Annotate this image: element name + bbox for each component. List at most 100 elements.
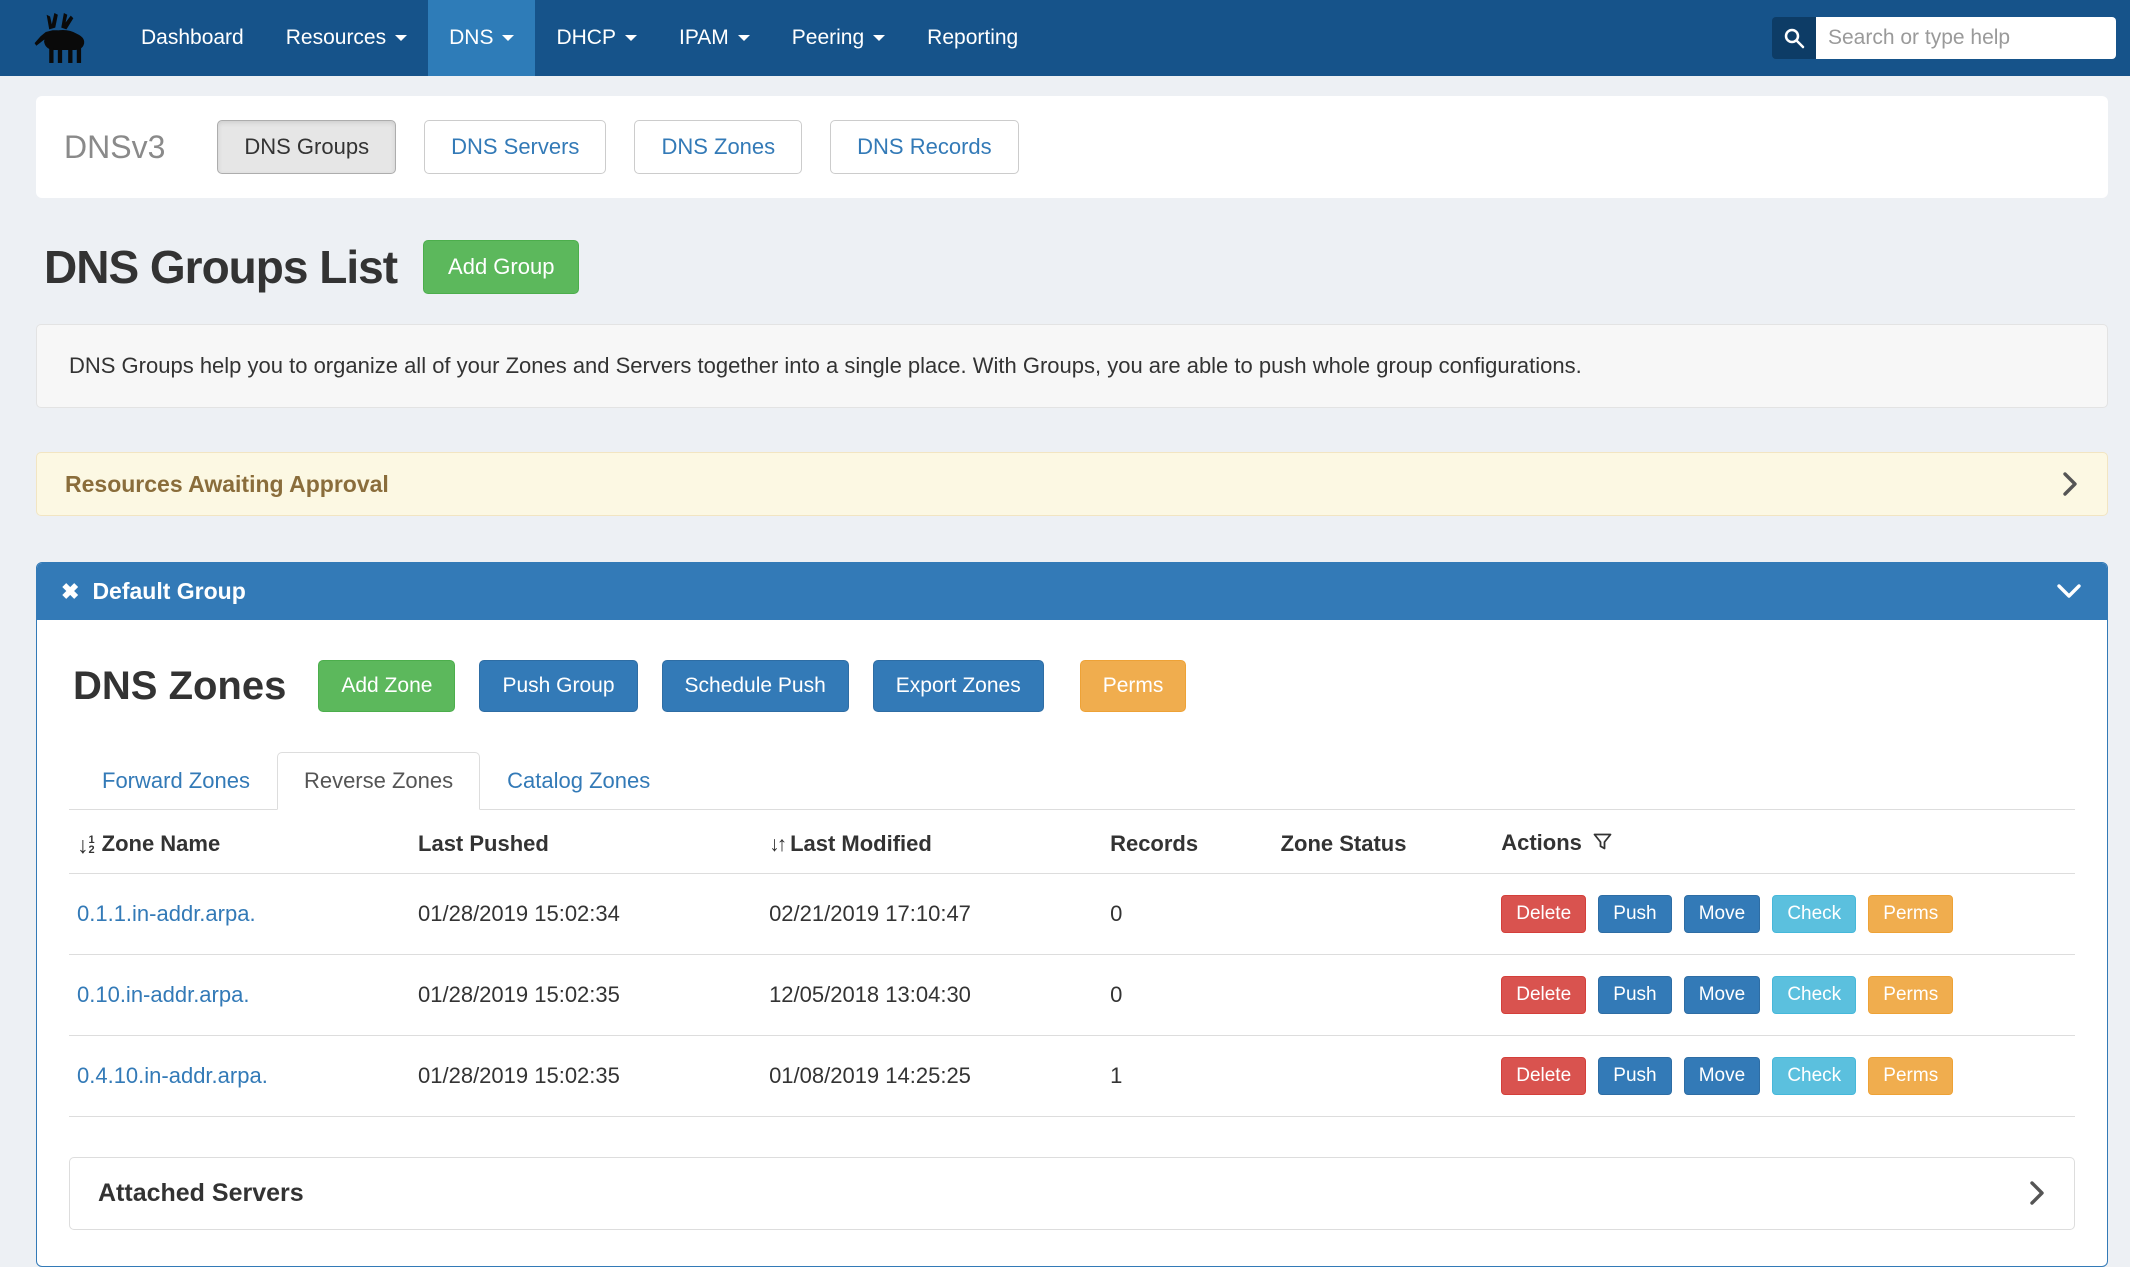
chevron-down-icon[interactable] bbox=[2055, 583, 2083, 600]
chevron-right-icon[interactable] bbox=[2029, 1179, 2046, 1207]
zones-table: ↓12 Zone Name Last Pushed ↓↑ Last Modified… bbox=[69, 810, 2075, 1117]
move-button[interactable]: Move bbox=[1684, 1057, 1760, 1095]
sort-numeric-icon[interactable]: ↓12 bbox=[77, 835, 95, 855]
perms-button[interactable]: Perms bbox=[1868, 1057, 1953, 1095]
add-group-button[interactable]: Add Group bbox=[423, 240, 579, 294]
close-icon[interactable]: ✖ bbox=[61, 579, 79, 605]
default-group-panel: ✖ Default Group DNS Zones Add Zone Push … bbox=[36, 562, 2108, 1267]
col-label: Last Modified bbox=[790, 831, 932, 856]
push-group-button[interactable]: Push Group bbox=[479, 660, 637, 712]
chevron-down-icon bbox=[502, 35, 514, 41]
attached-servers-panel[interactable]: Attached Servers bbox=[69, 1157, 2075, 1230]
actions-cell: Delete Push Move Check Perms bbox=[1493, 1035, 2075, 1116]
move-button[interactable]: Move bbox=[1684, 976, 1760, 1014]
default-group-body: DNS Zones Add Zone Push Group Schedule P… bbox=[37, 620, 2107, 1266]
filter-icon[interactable] bbox=[1592, 832, 1613, 857]
chevron-down-icon bbox=[873, 35, 885, 41]
col-label: Zone Name bbox=[102, 831, 221, 856]
export-zones-button[interactable]: Export Zones bbox=[873, 660, 1044, 712]
zone-link[interactable]: 0.1.1.in-addr.arpa. bbox=[77, 901, 256, 926]
check-button[interactable]: Check bbox=[1772, 976, 1856, 1014]
dns-zones-header: DNS Zones Add Zone Push Group Schedule P… bbox=[69, 660, 2075, 712]
tab-reverse-zones[interactable]: Reverse Zones bbox=[277, 752, 480, 810]
default-group-title: Default Group bbox=[92, 578, 245, 605]
chevron-down-icon bbox=[738, 35, 750, 41]
push-button[interactable]: Push bbox=[1598, 1057, 1671, 1095]
chevron-right-icon[interactable] bbox=[2062, 470, 2079, 498]
actions-cell: Delete Push Move Check Perms bbox=[1493, 954, 2075, 1035]
approval-panel-title: Resources Awaiting Approval bbox=[65, 471, 389, 498]
tab-forward-zones[interactable]: Forward Zones bbox=[75, 752, 277, 810]
nav-item-resources[interactable]: Resources bbox=[265, 0, 428, 76]
tab-dns-groups[interactable]: DNS Groups bbox=[217, 120, 396, 174]
tab-dns-records[interactable]: DNS Records bbox=[830, 120, 1018, 174]
table-row: 0.4.10.in-addr.arpa. 01/28/2019 15:02:35… bbox=[69, 1035, 2075, 1116]
nav-item-ipam[interactable]: IPAM bbox=[658, 0, 771, 76]
col-records[interactable]: Records bbox=[1102, 810, 1273, 873]
check-button[interactable]: Check bbox=[1772, 1057, 1856, 1095]
dns-zones-title: DNS Zones bbox=[73, 664, 286, 709]
zone-link[interactable]: 0.4.10.in-addr.arpa. bbox=[77, 1063, 268, 1088]
tab-dns-zones[interactable]: DNS Zones bbox=[634, 120, 802, 174]
table-row: 0.10.in-addr.arpa. 01/28/2019 15:02:35 1… bbox=[69, 954, 2075, 1035]
col-zone-name[interactable]: ↓12 Zone Name bbox=[69, 810, 410, 873]
records-cell: 0 bbox=[1102, 954, 1273, 1035]
col-last-pushed[interactable]: Last Pushed bbox=[410, 810, 761, 873]
tab-catalog-zones[interactable]: Catalog Zones bbox=[480, 752, 677, 810]
attached-servers-title: Attached Servers bbox=[98, 1179, 304, 1208]
nav-item-dashboard[interactable]: Dashboard bbox=[120, 0, 265, 76]
perms-button[interactable]: Perms bbox=[1868, 895, 1953, 933]
col-label: Zone Status bbox=[1281, 831, 1407, 856]
col-label: Actions bbox=[1501, 830, 1582, 855]
tab-dns-servers[interactable]: DNS Servers bbox=[424, 120, 606, 174]
zones-tabs: Forward Zones Reverse Zones Catalog Zone… bbox=[69, 752, 2075, 810]
top-navbar: Dashboard Resources DNS DHCP IPAM Peerin… bbox=[0, 0, 2130, 76]
last-pushed-cell: 01/28/2019 15:02:35 bbox=[410, 954, 761, 1035]
zone-status-cell bbox=[1273, 1035, 1494, 1116]
description-well: DNS Groups help you to organize all of y… bbox=[36, 324, 2108, 408]
default-group-header[interactable]: ✖ Default Group bbox=[37, 563, 2107, 620]
push-button[interactable]: Push bbox=[1598, 895, 1671, 933]
col-last-modified[interactable]: ↓↑ Last Modified bbox=[761, 810, 1102, 873]
actions-cell: Delete Push Move Check Perms bbox=[1493, 873, 2075, 954]
zone-status-cell bbox=[1273, 954, 1494, 1035]
perms-button[interactable]: Perms bbox=[1080, 660, 1187, 712]
last-pushed-cell: 01/28/2019 15:02:35 bbox=[410, 1035, 761, 1116]
title-row: DNS Groups List Add Group bbox=[36, 240, 2108, 294]
nav-item-peering[interactable]: Peering bbox=[771, 0, 906, 76]
sort-icon[interactable]: ↓↑ bbox=[769, 833, 784, 856]
zone-link[interactable]: 0.10.in-addr.arpa. bbox=[77, 982, 249, 1007]
col-zone-status[interactable]: Zone Status bbox=[1273, 810, 1494, 873]
approval-panel[interactable]: Resources Awaiting Approval bbox=[36, 452, 2108, 516]
push-button[interactable]: Push bbox=[1598, 976, 1671, 1014]
col-label: Records bbox=[1110, 831, 1198, 856]
moose-logo[interactable] bbox=[30, 5, 96, 71]
table-header-row: ↓12 Zone Name Last Pushed ↓↑ Last Modified… bbox=[69, 810, 2075, 873]
dnsv3-subnav: DNSv3 DNS Groups DNS Servers DNS Zones D… bbox=[36, 96, 2108, 198]
chevron-down-icon bbox=[625, 35, 637, 41]
page-title: DNS Groups List bbox=[44, 240, 397, 294]
last-modified-cell: 12/05/2018 13:04:30 bbox=[761, 954, 1102, 1035]
nav-label: Dashboard bbox=[141, 26, 244, 50]
move-button[interactable]: Move bbox=[1684, 895, 1760, 933]
col-actions: Actions bbox=[1493, 810, 2075, 873]
check-button[interactable]: Check bbox=[1772, 895, 1856, 933]
dnsv3-label: DNSv3 bbox=[64, 129, 165, 166]
delete-button[interactable]: Delete bbox=[1501, 976, 1586, 1014]
records-cell: 0 bbox=[1102, 873, 1273, 954]
last-modified-cell: 02/21/2019 17:10:47 bbox=[761, 873, 1102, 954]
search-icon[interactable] bbox=[1772, 17, 1816, 59]
nav-item-dhcp[interactable]: DHCP bbox=[535, 0, 658, 76]
delete-button[interactable]: Delete bbox=[1501, 895, 1586, 933]
schedule-push-button[interactable]: Schedule Push bbox=[662, 660, 849, 712]
search-input[interactable] bbox=[1816, 17, 2116, 59]
perms-button[interactable]: Perms bbox=[1868, 976, 1953, 1014]
add-zone-button[interactable]: Add Zone bbox=[318, 660, 455, 712]
chevron-down-icon bbox=[395, 35, 407, 41]
nav-label: DHCP bbox=[556, 26, 616, 50]
nav-item-reporting[interactable]: Reporting bbox=[906, 0, 1039, 76]
nav-label: Peering bbox=[792, 26, 864, 50]
delete-button[interactable]: Delete bbox=[1501, 1057, 1586, 1095]
records-cell: 1 bbox=[1102, 1035, 1273, 1116]
nav-item-dns[interactable]: DNS bbox=[428, 0, 535, 76]
